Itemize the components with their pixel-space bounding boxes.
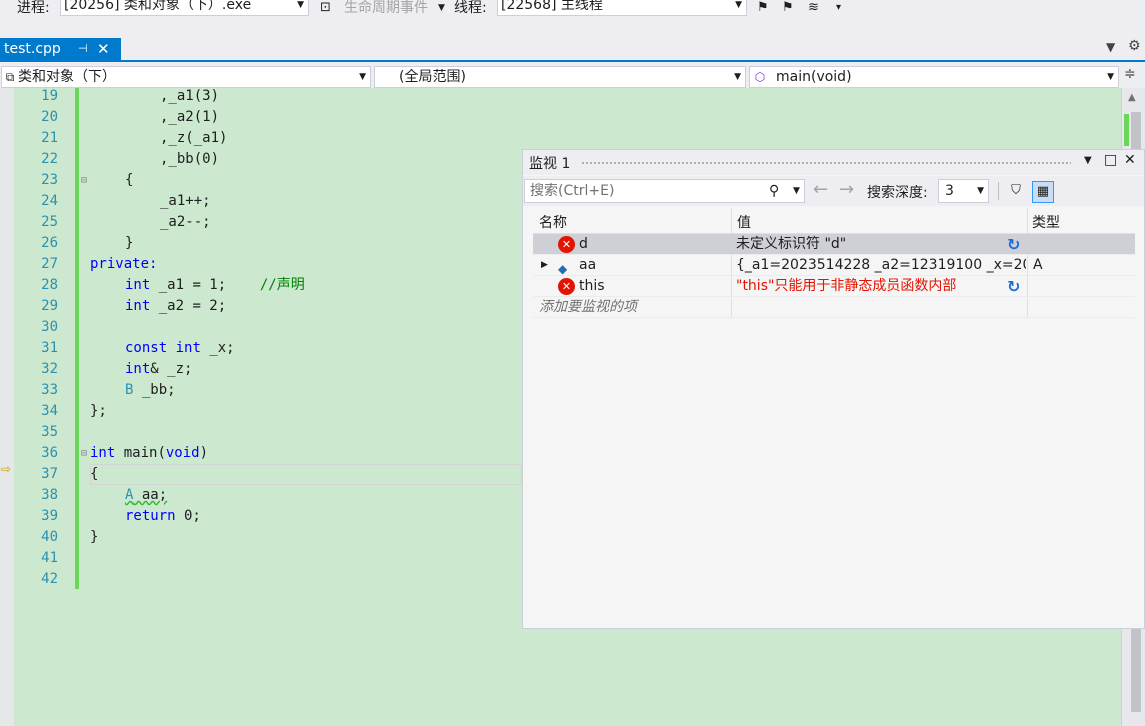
search-placeholder: 搜索(Ctrl+E) (530, 183, 615, 199)
debug-location-toolbar: 进程: [20256] 类和对象（下）.exe ▼ ⊡ 生命周期事件 ▼ 线程:… (0, 0, 1145, 20)
code-line: 20 ,_a2(1) (41, 109, 220, 125)
watch-row-name: d (579, 236, 588, 252)
error-icon: ✕ (558, 278, 575, 295)
close-icon[interactable]: ✕ (97, 38, 110, 60)
flag-icon[interactable]: ⚑ (757, 0, 769, 16)
class-scope-value: 类和对象（下） (18, 69, 116, 85)
watch-row-value: "this"只能用于非静态成员函数内部 (736, 278, 957, 294)
chevron-down-icon: ▼ (977, 186, 984, 196)
expand-arrow-icon[interactable]: ▶ (541, 255, 548, 276)
chevron-down-icon: ▼ (359, 72, 366, 82)
watch-row-aa[interactable]: ▶ ◆ aa {_a1=2023514228 _a2=12319100 _x=2… (533, 255, 1135, 276)
chevron-down-icon: ▼ (1107, 72, 1114, 82)
tab-list-dropdown-icon[interactable]: ▼ (1106, 40, 1115, 54)
watch-row-d[interactable]: ✕ d 未定义标识符 "d" ↻ (533, 234, 1135, 255)
code-line: 21 ,_z(_a1) (41, 130, 228, 146)
thread-value: [22568] 主线程 (501, 0, 603, 13)
tab-label: test.cpp (4, 41, 61, 57)
watch-row-type: A (1033, 257, 1043, 273)
watch-title-bar[interactable]: 监视 1 ▼ □ ✕ (523, 150, 1144, 175)
process-value: [20256] 类和对象（下）.exe (64, 0, 252, 13)
column-value[interactable]: 值 (737, 212, 751, 232)
lifecycle-event-icon: ⊡ (320, 0, 331, 15)
refresh-icon[interactable]: ↻ (1007, 276, 1020, 297)
process-dropdown[interactable]: [20256] 类和对象（下）.exe ▼ (60, 0, 309, 16)
pin-icon[interactable]: ⊣ (78, 38, 88, 60)
chevron-down-icon: ▼ (438, 3, 445, 13)
tab-strip-underline (0, 60, 1145, 62)
class-scope-icon: ⧉ (5, 70, 15, 84)
search-icon[interactable]: ⚲ (769, 180, 779, 202)
watch-add-item-row[interactable]: 添加要监视的项 (533, 297, 1135, 318)
flag-all-threads-icon[interactable]: ⚑ (782, 0, 794, 16)
watch-grid-header: 名称 值 类型 (533, 208, 1135, 234)
navigation-bar: ⧉ 类和对象（下） ▼ (全局范围) ▼ ⬡ main(void) ▼ (0, 64, 1145, 88)
maximize-icon[interactable]: □ (1104, 152, 1117, 168)
method-icon: ⬡ (754, 70, 766, 84)
refresh-icon[interactable]: ↻ (1007, 234, 1020, 255)
thread-label: 线程: (454, 0, 487, 16)
column-type[interactable]: 类型 (1032, 212, 1060, 232)
search-depth-value: 3 (945, 183, 954, 199)
close-icon[interactable]: ✕ (1124, 152, 1136, 168)
drag-grip[interactable] (581, 161, 1071, 166)
function-value: main(void) (776, 69, 852, 85)
watch-search-input[interactable]: 搜索(Ctrl+E) ⚲ ▼ (524, 179, 805, 203)
chevron-down-icon: ▼ (297, 0, 304, 10)
pin-filter-icon[interactable]: ⛉ (1005, 181, 1027, 203)
column-name[interactable]: 名称 (539, 212, 567, 232)
watch-row-value: {_a1=2023514228 _a2=12319100 _x=2022... (736, 257, 1026, 273)
thread-dropdown[interactable]: [22568] 主线程 ▼ (497, 0, 747, 16)
change-marker (1124, 114, 1129, 146)
toolbar-separator (998, 182, 999, 200)
scroll-up-icon[interactable]: ▲ (1128, 92, 1136, 103)
chevron-down-icon[interactable]: ▼ (793, 180, 800, 202)
window-menu-icon[interactable]: ▼ (1084, 155, 1092, 166)
gear-icon[interactable]: ⚙ (1128, 38, 1141, 54)
watch-row-value: 未定义标识符 "d" (736, 236, 847, 252)
tab-test-cpp[interactable]: test.cpp ⊣ ✕ (0, 38, 121, 60)
watch-row-name: aa (579, 257, 597, 273)
watch-window: 监视 1 ▼ □ ✕ 搜索(Ctrl+E) ⚲ ▼ ← → 搜索深度: 3 ▼ … (522, 149, 1145, 629)
lifecycle-events-button[interactable]: 生命周期事件 (344, 0, 428, 16)
global-scope-dropdown[interactable]: (全局范围) ▼ (374, 66, 746, 88)
error-icon: ✕ (558, 236, 575, 253)
search-depth-label: 搜索深度: (867, 185, 928, 201)
search-depth-dropdown[interactable]: 3 ▼ (938, 179, 989, 203)
view-as-table-icon[interactable]: ▦ (1032, 181, 1054, 203)
fold-toggle-icon[interactable]: ⊟ (81, 443, 87, 464)
function-dropdown[interactable]: ⬡ main(void) ▼ (749, 66, 1119, 88)
document-tab-strip: test.cpp ⊣ ✕ ▼ ⚙ (0, 20, 1145, 62)
toolbar-options-icon[interactable]: ▾ (836, 0, 841, 16)
code-line: 19 ,_a1(3) (41, 88, 220, 104)
show-threads-icon[interactable]: ≋ (808, 0, 819, 16)
split-editor-icon[interactable]: ≑ (1124, 66, 1136, 82)
search-previous-icon[interactable]: ← (813, 179, 828, 201)
fold-toggle-icon[interactable]: ⊟ (81, 170, 87, 191)
watch-row-this[interactable]: ✕ this "this"只能用于非静态成员函数内部 ↻ (533, 276, 1135, 297)
watch-row-name: this (579, 278, 605, 294)
search-next-icon[interactable]: → (839, 179, 854, 201)
chevron-down-icon: ▼ (735, 0, 742, 10)
process-label: 进程: (17, 0, 50, 16)
watch-title: 监视 1 (529, 156, 571, 172)
watch-toolbar: 搜索(Ctrl+E) ⚲ ▼ ← → 搜索深度: 3 ▼ ⛉ ▦ (523, 176, 1144, 206)
class-scope-dropdown[interactable]: ⧉ 类和对象（下） ▼ (1, 66, 371, 88)
add-watch-hint: 添加要监视的项 (539, 299, 637, 315)
chevron-down-icon: ▼ (734, 72, 741, 82)
global-scope-value: (全局范围) (399, 69, 466, 85)
